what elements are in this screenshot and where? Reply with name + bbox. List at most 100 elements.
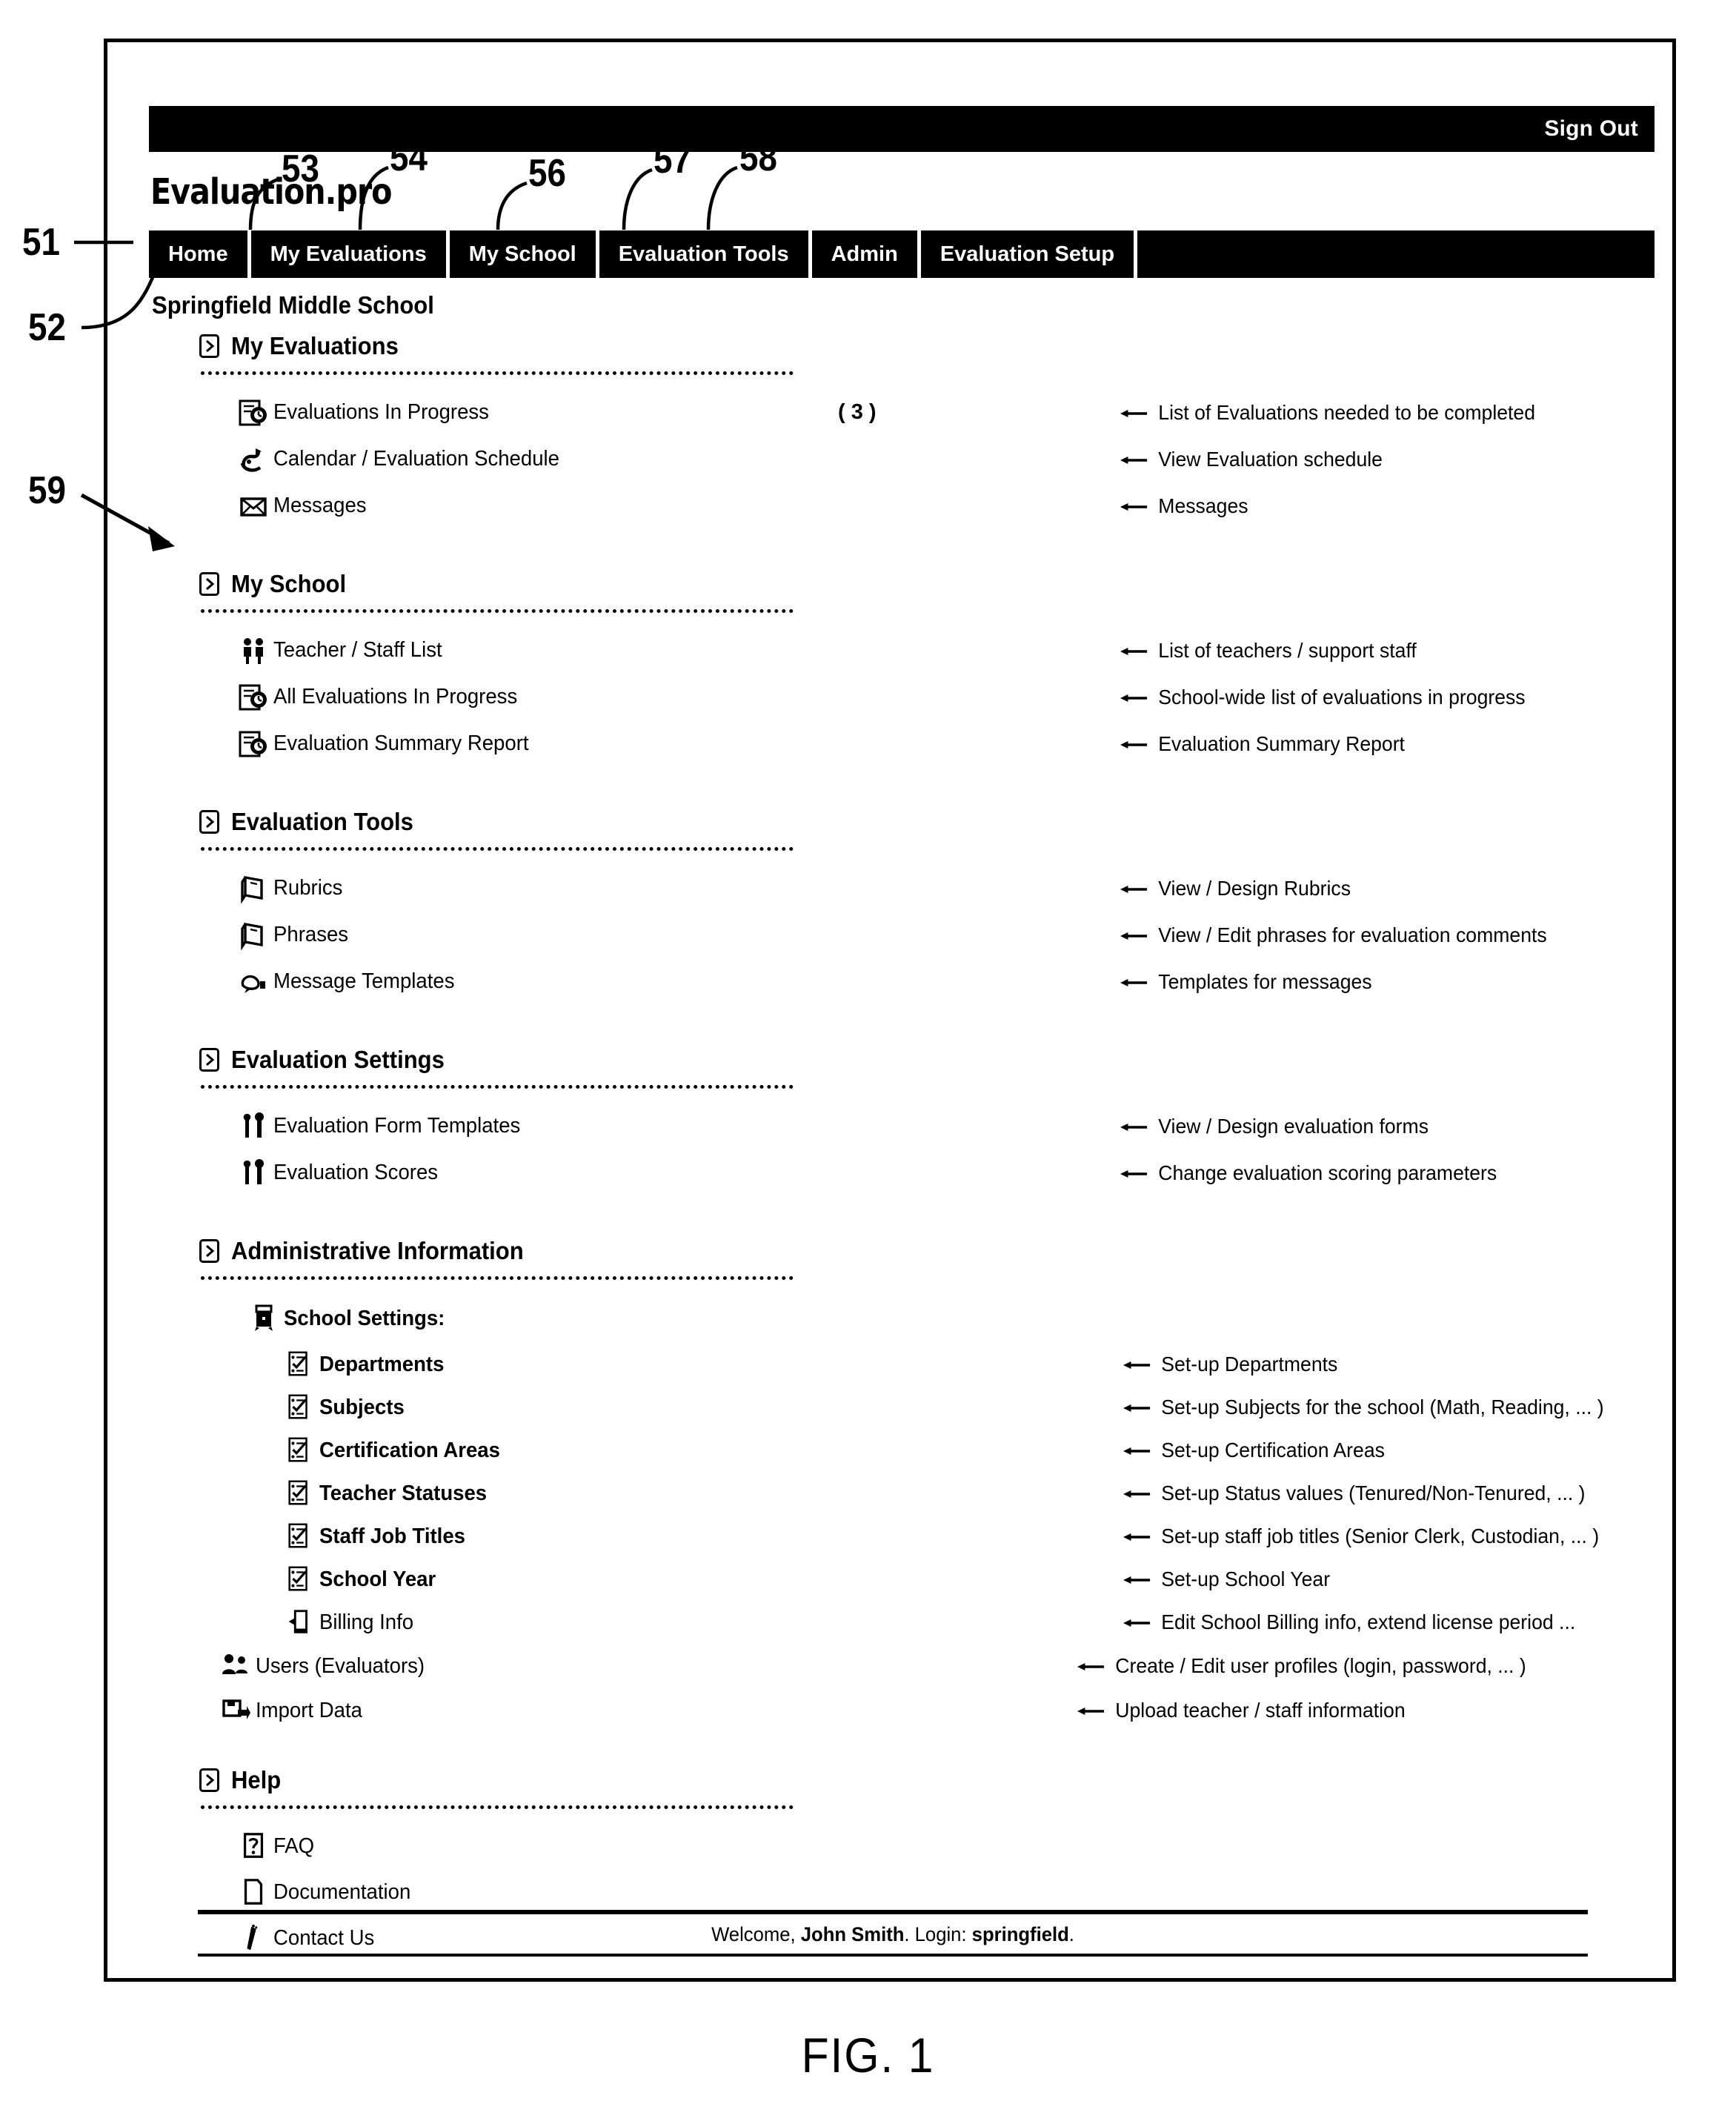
message-template-icon [233,966,273,998]
callout-57: 57 [654,139,691,182]
section-divider [201,847,794,855]
list-item-label: Rubrics [273,876,343,900]
callout-54: 54 [390,136,428,179]
list-item-label: Teacher / Staff List [273,638,442,662]
list-item-description: Set-up Departments [1123,1353,1337,1376]
list-item-label: Certification Areas [319,1438,500,1462]
list-item[interactable]: Staff Job Titles Set-up staff job titles… [279,1515,1654,1558]
section-expand-icon[interactable] [199,1768,219,1792]
left-arrow-icon [1120,970,1148,994]
description-text: Messages [1158,494,1248,517]
description-text: View / Design Rubrics [1158,876,1351,900]
sign-out-link[interactable]: Sign Out [1544,116,1638,142]
login-label: . Login: [904,1923,972,1945]
section-expand-icon[interactable] [199,1239,219,1263]
footer-divider-bottom [198,1954,1588,1957]
description-text: Upload teacher / staff information [1115,1699,1406,1722]
list-item-description: Set-up Status values (Tenured/Non-Tenure… [1123,1481,1586,1505]
left-arrow-icon [1120,639,1148,663]
list-item-description: School-wide list of evaluations in progr… [1120,686,1526,709]
nav-tab-evaluation-tools[interactable]: Evaluation Tools [599,230,808,278]
callout-53: 53 [282,147,319,190]
list-item[interactable]: Evaluation Scores Change evaluation scor… [233,1149,1654,1196]
group-header-school-settings[interactable]: School Settings: [244,1294,1654,1343]
list-item[interactable]: Import Data Upload teacher / staff infor… [216,1688,1654,1733]
list-item[interactable]: Teacher / Staff List List of teachers / … [233,627,1654,674]
tools-icon [233,1158,273,1189]
nav-tab-my-school[interactable]: My School [449,230,596,278]
list-item-description: View / Design evaluation forms [1120,1115,1429,1138]
list-item-label: Phrases [273,923,349,946]
checklist-icon [279,1436,319,1465]
footer-period: . [1068,1923,1074,1945]
list-item-label: Billing Info [319,1610,414,1634]
list-item[interactable]: Phrases View / Edit phrases for evaluati… [233,912,1654,958]
section-expand-icon[interactable] [199,1048,219,1072]
left-arrow-icon [1120,877,1148,900]
list-item[interactable]: FAQ [233,1823,1654,1869]
calendar-icon [233,444,273,475]
list-item[interactable]: Message Templates Templates for messages [233,958,1654,1005]
section-expand-icon[interactable] [199,572,219,596]
description-text: Set-up Certification Areas [1161,1439,1385,1461]
list-item-label: Calendar / Evaluation Schedule [273,447,559,471]
list-item[interactable]: Teacher Statuses Set-up Status values (T… [279,1472,1654,1515]
list-item[interactable]: Subjects Set-up Subjects for the school … [279,1386,1654,1429]
list-item-label: Teacher Statuses [319,1481,488,1505]
checklist-icon [279,1522,319,1551]
description-text: Set-up staff job titles (Senior Clerk, C… [1161,1524,1600,1547]
nav-tab-admin[interactable]: Admin [811,230,917,278]
section-expand-icon[interactable] [199,334,219,358]
left-arrow-icon [1123,1353,1151,1376]
left-arrow-icon [1120,686,1148,709]
section-expand-icon[interactable] [199,810,219,834]
nav-tab-evaluation-setup[interactable]: Evaluation Setup [920,230,1134,278]
list-item[interactable]: Calendar / Evaluation Schedule View Eval… [233,436,1654,482]
nav-tab-my-evaluations[interactable]: My Evaluations [250,230,446,278]
description-text: List of teachers / support staff [1158,638,1417,662]
list-item-description: List of Evaluations needed to be complet… [1120,401,1535,425]
section-divider [201,1085,794,1092]
list-item[interactable]: Messages Messages [233,482,1654,529]
evaluation-in-progress-icon [233,682,273,713]
list-item-label: School Year [319,1567,436,1591]
list-item[interactable]: Users (Evaluators) Create / Edit user pr… [216,1644,1654,1688]
evaluation-in-progress-icon [233,397,273,428]
section-title: Administrative Information [231,1237,524,1264]
list-item[interactable]: Certification Areas Set-up Certification… [279,1429,1654,1472]
list-item[interactable]: School Year Set-up School Year [279,1558,1654,1601]
section-my-evaluations: My Evaluations Evaluations In Progress (… [127,330,1654,529]
list-item[interactable]: Billing Info Edit School Billing info, e… [279,1601,1654,1644]
nav-tab-home[interactable]: Home [149,230,247,278]
left-arrow-icon [1120,448,1148,471]
list-item-label: Message Templates [273,969,455,993]
tools-icon [233,1111,273,1142]
list-item[interactable]: Departments Set-up Departments [279,1343,1654,1386]
left-arrow-icon [1120,1161,1148,1185]
list-item[interactable]: All Evaluations In Progress School-wide … [233,674,1654,720]
book-icon [233,873,273,904]
list-item-description: View / Edit phrases for evaluation comme… [1120,923,1547,947]
faq-icon [233,1831,273,1861]
callout-52: 52 [28,306,66,349]
list-item[interactable]: Documentation [233,1869,1654,1915]
building-icon [244,1303,284,1334]
description-text: School-wide list of evaluations in progr… [1158,685,1526,709]
list-item-label: Departments [319,1352,445,1376]
nav-tab-filler [1137,230,1654,278]
list-item-description: Upload teacher / staff information [1077,1699,1406,1722]
list-item-description: Create / Edit user profiles (login, pass… [1077,1654,1526,1678]
left-arrow-icon [1123,1396,1151,1419]
checklist-icon [279,1479,319,1508]
section-title: Help [231,1766,282,1793]
list-item[interactable]: Evaluations In Progress ( 3 ) List of Ev… [233,389,1654,436]
list-item-label: Users (Evaluators) [256,1653,425,1678]
list-item[interactable]: Rubrics View / Design Rubrics [233,865,1654,912]
list-item[interactable]: Evaluation Summary Report Evaluation Sum… [233,720,1654,767]
section-title: My Evaluations [231,332,399,359]
list-item-description: Evaluation Summary Report [1120,732,1405,756]
left-arrow-icon [1077,1654,1105,1678]
evaluations-count-badge: ( 3 ) [838,400,877,424]
list-item[interactable]: Evaluation Form Templates View / Design … [233,1103,1654,1149]
application-window: Sign Out Evaluation.pro Home My Evaluati… [127,106,1654,1966]
